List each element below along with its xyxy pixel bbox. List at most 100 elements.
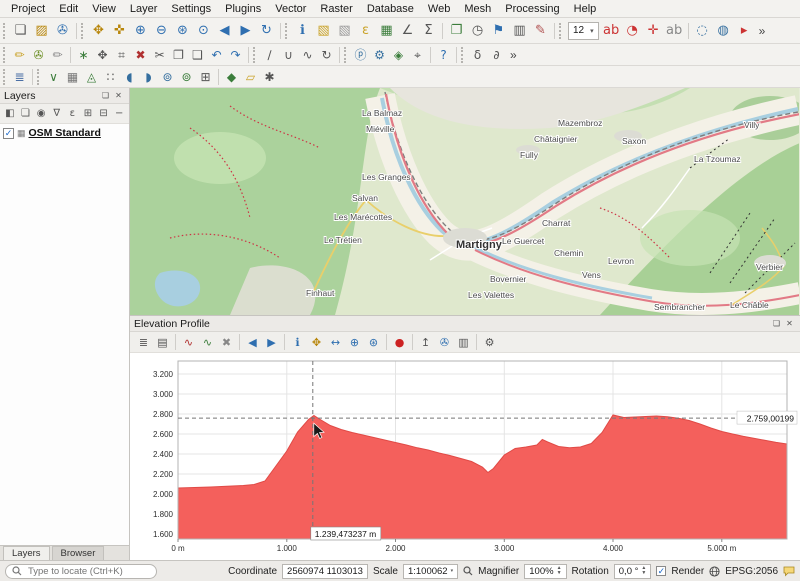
new-shapefile-layer-button[interactable]: ▱	[241, 68, 260, 86]
cut-features-button[interactable]: ✂	[150, 46, 169, 64]
scale-dropdown-icon[interactable]: ▾	[451, 569, 454, 574]
copy-features-button[interactable]: ❐	[169, 46, 188, 64]
data-source-manager-button[interactable]: ≣	[10, 68, 29, 86]
pan-to-selection-button[interactable]: ✜	[109, 21, 130, 41]
python-console-button[interactable]: ⓟ	[351, 46, 370, 64]
zoom-to-selection-button[interactable]: ⊙	[193, 21, 214, 41]
save-layer-edits-button[interactable]: ✇	[29, 46, 48, 64]
plugin-tool-button[interactable]: ◍	[713, 21, 734, 41]
collapse-all-button[interactable]: ⊟	[96, 106, 112, 122]
font-size-combo[interactable]: 12▾	[568, 22, 599, 40]
new-map-view-button[interactable]: ❐	[446, 21, 467, 41]
scale-select[interactable]: 1:100062▾	[403, 564, 458, 579]
layer-name[interactable]: OSM Standard	[29, 127, 101, 139]
delete-selected-button[interactable]: ✖	[131, 46, 150, 64]
toolbar-drag-handle[interactable]	[559, 23, 563, 39]
new-project-button[interactable]: ❏	[10, 21, 31, 41]
layer-checkbox[interactable]: ✓	[3, 128, 14, 139]
open-attribute-table-button[interactable]: ▦	[376, 21, 397, 41]
select-features-button[interactable]: ▧	[313, 21, 334, 41]
zoom-in-button[interactable]: ⊕	[130, 21, 151, 41]
temporal-controller-button[interactable]: ◷	[467, 21, 488, 41]
nudge-right-button[interactable]: ▶	[262, 333, 281, 351]
add-feature-button[interactable]: ∗	[74, 46, 93, 64]
messages-icon[interactable]	[783, 566, 795, 577]
menu-settings[interactable]: Settings	[164, 1, 218, 17]
filter-legend-button[interactable]: ∇	[49, 106, 65, 122]
toolbar-drag-handle[interactable]	[81, 23, 85, 39]
toolbar-drag-handle[interactable]	[344, 47, 348, 63]
undo-button[interactable]: ↶	[207, 46, 226, 64]
locate-input[interactable]	[26, 565, 150, 578]
elevation-panel-float-icon[interactable]: ❏	[770, 318, 783, 330]
annotation-tool-button[interactable]: ▸	[734, 21, 755, 41]
toolbar-drag-handle[interactable]	[253, 47, 257, 63]
menu-view[interactable]: View	[85, 1, 123, 17]
capture-curve-button[interactable]: ∿	[179, 333, 198, 351]
new-geopackage-layer-button[interactable]: ◆	[222, 68, 241, 86]
toolbar-overflow-button[interactable]: »	[755, 24, 770, 38]
locate-bar[interactable]	[5, 564, 157, 579]
menu-processing[interactable]: Processing	[498, 1, 566, 17]
open-layer-styling-button[interactable]: ◧	[2, 106, 18, 122]
rotation-input[interactable]: 0,0 ° ▲▼	[614, 564, 652, 579]
toggle-editing-button[interactable]: ✏	[10, 46, 29, 64]
export-profile-button[interactable]: ↥	[416, 333, 435, 351]
clear-curve-button[interactable]: ✖	[217, 333, 236, 351]
save-as-image-button[interactable]: ✇	[435, 333, 454, 351]
add-postgis-layer-button[interactable]: ◖	[120, 68, 139, 86]
menu-edit[interactable]: Edit	[52, 1, 85, 17]
paste-features-button[interactable]: ❑	[188, 46, 207, 64]
identify-tool-button[interactable]: ℹ	[288, 333, 307, 351]
capture-curve-from-feature-button[interactable]: ∿	[198, 333, 217, 351]
menu-layer[interactable]: Layer	[123, 1, 165, 17]
show-hidden-labels-button[interactable]: ab	[664, 21, 685, 41]
remove-layer-button[interactable]: −	[111, 106, 127, 122]
magnifier-input[interactable]: 100% ▲▼	[524, 564, 566, 579]
merge-features-button[interactable]: ∪	[279, 46, 298, 64]
menu-plugins[interactable]: Plugins	[218, 1, 268, 17]
manage-map-themes-button[interactable]: ◉	[33, 106, 49, 122]
layer-diagram-button[interactable]: ◔	[622, 21, 643, 41]
add-raster-layer-button[interactable]: ▦	[63, 68, 82, 86]
layer-tree[interactable]: ✓▦OSM Standard	[0, 124, 129, 545]
deselect-features-button[interactable]: ▧	[334, 21, 355, 41]
crs-label[interactable]: EPSG:2056	[725, 566, 778, 577]
help-contents-button[interactable]: ?	[434, 46, 453, 64]
vertex-tool-button[interactable]: ⌗	[112, 46, 131, 64]
current-edits-button[interactable]: ✏	[48, 46, 67, 64]
pan-tool-button[interactable]: ✥	[307, 333, 326, 351]
elevation-panel-close-icon[interactable]: ✕	[783, 318, 796, 330]
coordinate-input[interactable]: 2560974 1103013	[282, 564, 368, 579]
zoom-full-tool-button[interactable]: ⊛	[364, 333, 383, 351]
processing-toolbox-button[interactable]: ⚙	[370, 46, 389, 64]
zoom-x-tool-button[interactable]: ↔	[326, 333, 345, 351]
statistical-summary-button[interactable]: Σ	[418, 21, 439, 41]
add-group-button[interactable]: ❏	[18, 106, 34, 122]
rotation-spinner[interactable]: ▲▼	[641, 566, 646, 576]
layers-panel-close-icon[interactable]: ✕	[112, 90, 125, 102]
snapping-toggle-button[interactable]: ●	[390, 333, 409, 351]
zoom-out-button[interactable]: ⊖	[151, 21, 172, 41]
split-features-button[interactable]: ∕	[260, 46, 279, 64]
toolbar-overflow-button[interactable]: »	[506, 48, 521, 62]
pan-map-button[interactable]: ✥	[88, 21, 109, 41]
menu-project[interactable]: Project	[4, 1, 52, 17]
layers-panel-float-icon[interactable]: ❏	[99, 90, 112, 102]
plot-options-button[interactable]: ▤	[153, 333, 172, 351]
show-layer-tree-button[interactable]: ≣	[134, 333, 153, 351]
measure-line-button[interactable]: ∠	[397, 21, 418, 41]
toolbar-drag-handle[interactable]	[461, 47, 465, 63]
topology-checker-button[interactable]: δ	[468, 46, 487, 64]
add-vector-layer-button[interactable]: ∨	[44, 68, 63, 86]
filter-by-expression-button[interactable]: ε	[65, 106, 81, 122]
expand-all-button[interactable]: ⊞	[80, 106, 96, 122]
refresh-map-button[interactable]: ↻	[256, 21, 277, 41]
magnifier-spinner[interactable]: ▲▼	[557, 566, 562, 576]
toolbar-drag-handle[interactable]	[3, 47, 7, 63]
gps-tools-button[interactable]: ◈	[389, 46, 408, 64]
menu-help[interactable]: Help	[567, 1, 604, 17]
toolbar-drag-handle[interactable]	[3, 69, 7, 85]
processing-history-button[interactable]: ◌	[692, 21, 713, 41]
open-project-button[interactable]: ▨	[31, 21, 52, 41]
